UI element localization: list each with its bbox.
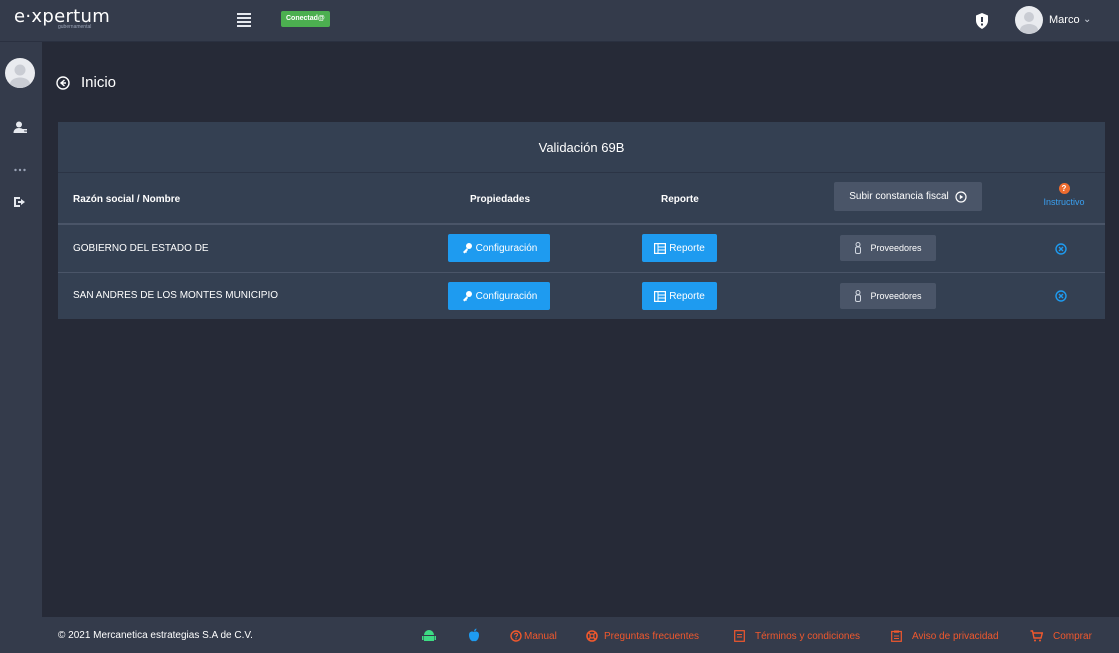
clipboard-icon [891,630,902,642]
sidebar [0,42,42,653]
person-icon [855,290,862,302]
manual-label: Manual [524,630,557,642]
top-bar: e·xpertum gubernamental Conectad@ Marco … [0,0,1119,42]
remove-circle-icon[interactable] [1055,290,1067,302]
header-properties: Propiedades [470,194,531,205]
key-icon [462,243,472,254]
report-button[interactable]: Reporte [642,234,717,262]
document-icon [734,630,745,642]
menu-toggle-icon[interactable] [237,13,251,27]
manual-link[interactable]: Manual [510,630,557,642]
more-icon[interactable] [12,162,28,178]
app-logo-subtitle: gubernamental [58,24,92,30]
remove-circle-icon[interactable] [1055,243,1067,255]
help-circle-icon [510,630,522,642]
copyright: © 2021 Mercanetica estrategias S.A de C.… [58,630,253,641]
terms-label: Términos y condiciones [755,630,861,642]
android-icon[interactable] [422,629,436,643]
table-row: GOBIERNO DEL ESTADO DE Configuración Rep… [58,225,1105,273]
config-button[interactable]: Configuración [448,282,550,310]
shield-icon[interactable] [975,13,989,29]
chevron-down-icon[interactable]: ⌄ [1083,14,1091,25]
help-icon: ? [1058,183,1070,194]
report-label: Reporte [669,290,705,302]
terms-link[interactable]: Términos y condiciones [734,630,860,642]
lifebuoy-icon [586,630,598,642]
providers-button[interactable]: Proveedores [840,235,936,261]
page-title: Inicio [81,74,117,91]
buy-label: Comprar [1053,630,1092,642]
footer: © 2021 Mercanetica estrategias S.A de C.… [42,617,1119,653]
instructions-link[interactable]: ? Instructivo [1034,183,1094,207]
upload-fiscal-button[interactable]: Subir constancia fiscal [834,182,982,211]
instructions-label: Instructivo [1043,197,1085,207]
header-name: Razón social / Nombre [73,194,181,205]
privacy-link[interactable]: Aviso de privacidad [891,630,999,642]
providers-button[interactable]: Proveedores [840,283,936,309]
table-row: SAN ANDRES DE LOS MONTES MUNICIPIO Confi… [58,272,1105,320]
privacy-label: Aviso de privacidad [912,630,999,642]
key-icon [462,291,472,302]
providers-label: Proveedores [870,291,922,301]
card-title: Validación 69B [58,122,1105,173]
sidebar-avatar[interactable] [5,58,35,88]
apple-icon[interactable] [467,628,481,643]
user-name[interactable]: Marco [1049,14,1080,26]
company-name: SAN ANDRES DE LOS MONTES MUNICIPIO [73,290,279,301]
cart-icon [1030,630,1043,642]
report-label: Reporte [669,242,705,254]
report-button[interactable]: Reporte [642,282,717,310]
upload-fiscal-label: Subir constancia fiscal [849,191,949,202]
user-avatar[interactable] [1015,6,1043,34]
config-button[interactable]: Configuración [448,234,550,262]
faq-link[interactable]: Preguntas frecuentes [586,630,699,642]
faq-label: Preguntas frecuentes [604,630,700,642]
providers-label: Proveedores [870,243,922,253]
status-badge: Conectad@ [281,11,330,27]
company-name: GOBIERNO DEL ESTADO DE [73,243,209,254]
config-label: Configuración [475,242,538,254]
header-report: Reporte [661,194,699,205]
validation-card: Validación 69B Razón social / Nombre Pro… [58,122,1105,319]
play-circle-icon [955,190,967,203]
report-table-icon [654,290,667,302]
buy-link[interactable]: Comprar [1030,630,1092,642]
back-arrow-icon[interactable] [56,76,70,90]
logout-icon[interactable] [12,194,28,210]
users-icon[interactable] [12,120,28,136]
person-icon [855,242,862,254]
config-label: Configuración [475,290,538,302]
report-table-icon [654,242,667,254]
table-header: Razón social / Nombre Propiedades Report… [58,173,1105,225]
